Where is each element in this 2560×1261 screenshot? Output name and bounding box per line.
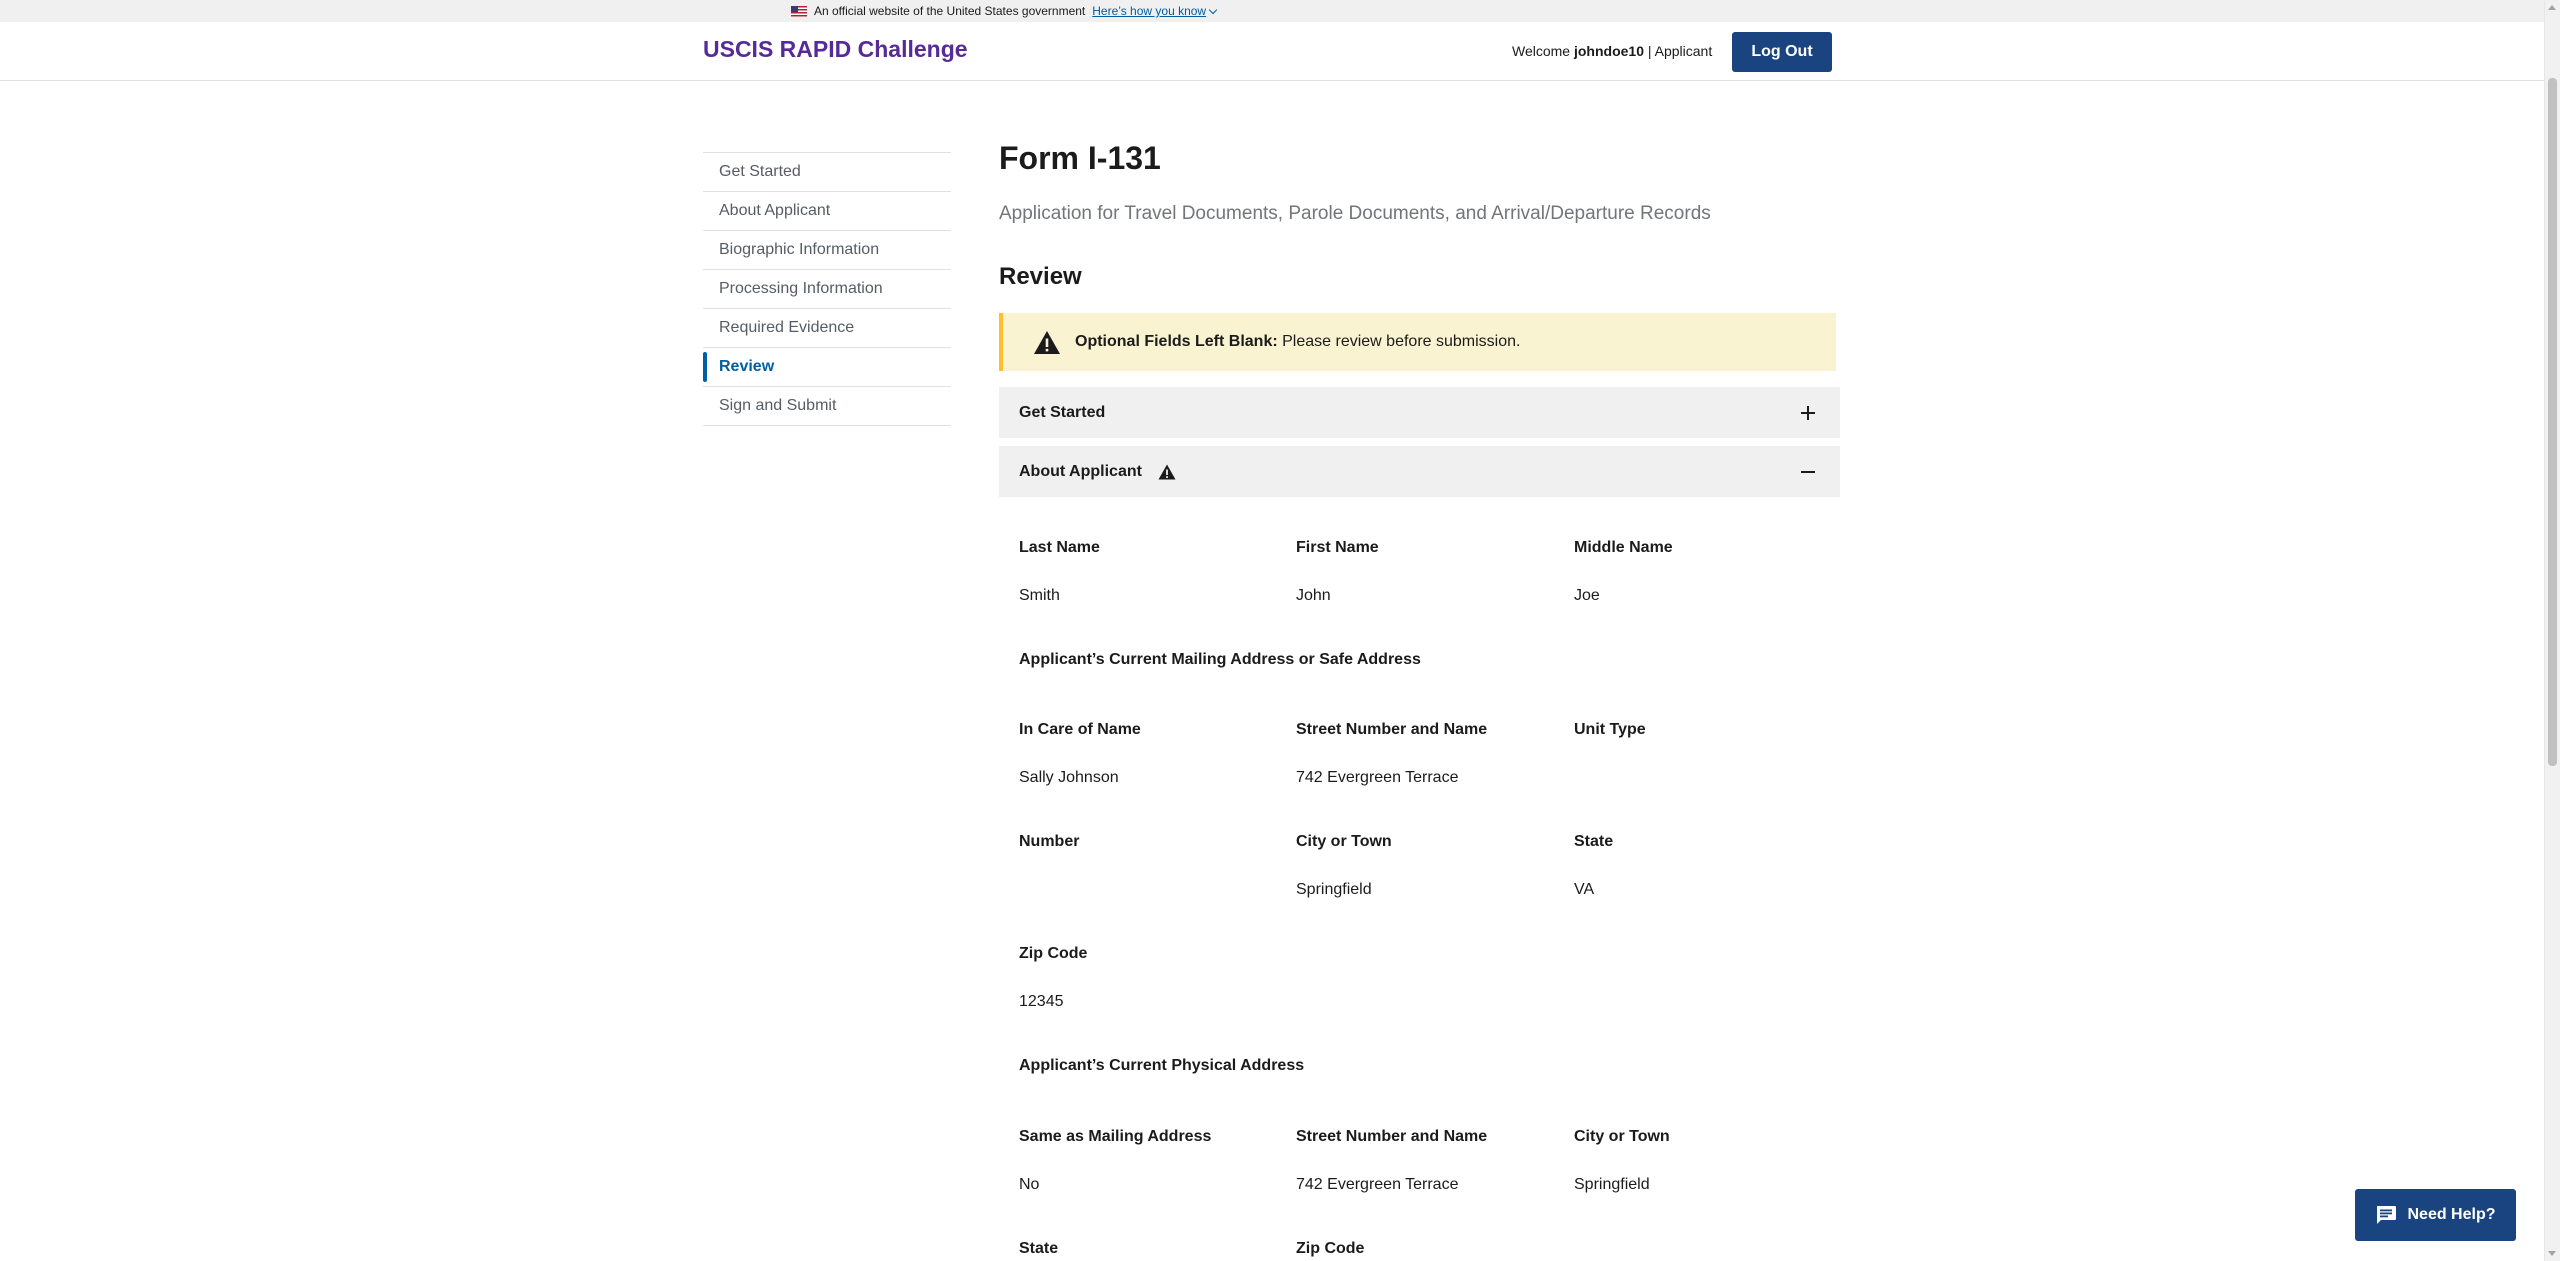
scroll-up-icon[interactable] — [2548, 5, 2556, 10]
first-name-label: First Name — [1296, 539, 1379, 556]
last-name-label: Last Name — [1019, 539, 1100, 556]
last-name-value: Smith — [1019, 587, 1060, 604]
us-flag-icon — [791, 5, 807, 17]
about-applicant-details: Last Name Smith First Name John Middle N… — [1019, 0, 1839, 1261]
in-care-of-value: Sally Johnson — [1019, 769, 1119, 786]
street-label: Street Number and Name — [1296, 721, 1488, 738]
sidenav-item-biographic-information[interactable]: Biographic Information — [703, 230, 951, 269]
in-care-of-label: In Care of Name — [1019, 721, 1141, 738]
sidenav-item-required-evidence[interactable]: Required Evidence — [703, 308, 951, 347]
first-name-value: John — [1296, 587, 1331, 604]
physical-address-heading: Applicant’s Current Physical Address — [1019, 1057, 1305, 1074]
scrollbar-thumb[interactable] — [2548, 78, 2557, 766]
unit-type-label: Unit Type — [1574, 721, 1646, 738]
sidenav-item-about-applicant[interactable]: About Applicant — [703, 191, 951, 230]
physical-zip-label: Zip Code — [1296, 1240, 1365, 1257]
state-value: VA — [1574, 881, 1595, 898]
number-label: Number — [1019, 833, 1080, 850]
same-as-mailing-label: Same as Mailing Address — [1019, 1128, 1212, 1145]
physical-state-label: State — [1019, 1240, 1059, 1257]
zip-code-label: Zip Code — [1019, 945, 1088, 962]
sidenav-item-processing-information[interactable]: Processing Information — [703, 269, 951, 308]
scroll-down-icon[interactable] — [2548, 1251, 2556, 1256]
need-help-button[interactable]: Need Help? — [2355, 1189, 2516, 1241]
mailing-address-heading: Applicant’s Current Mailing Address or S… — [1019, 651, 1421, 668]
physical-street-label: Street Number and Name — [1296, 1128, 1488, 1145]
city-value: Springfield — [1296, 881, 1372, 898]
same-as-mailing-value: No — [1019, 1176, 1040, 1193]
middle-name-value: Joe — [1574, 587, 1600, 604]
chat-icon — [2377, 1206, 2397, 1224]
street-value: 742 Evergreen Terrace — [1296, 769, 1459, 786]
sidenav-item-sign-and-submit[interactable]: Sign and Submit — [703, 386, 951, 426]
physical-city-label: City or Town — [1574, 1128, 1670, 1145]
page-scrollbar[interactable] — [2544, 0, 2560, 1261]
sidenav-item-review[interactable]: Review — [703, 347, 951, 386]
state-label: State — [1574, 833, 1614, 850]
sidenav-item-get-started[interactable]: Get Started — [703, 152, 951, 191]
middle-name-label: Middle Name — [1574, 539, 1673, 556]
side-navigation: Get Started About Applicant Biographic I… — [703, 152, 951, 426]
physical-city-value: Springfield — [1574, 1176, 1650, 1193]
physical-street-value: 742 Evergreen Terrace — [1296, 1176, 1459, 1193]
zip-code-value: 12345 — [1019, 993, 1064, 1010]
city-label: City or Town — [1296, 833, 1392, 850]
site-title[interactable]: USCIS RAPID Challenge — [703, 36, 968, 63]
need-help-label: Need Help? — [2407, 1206, 2496, 1223]
